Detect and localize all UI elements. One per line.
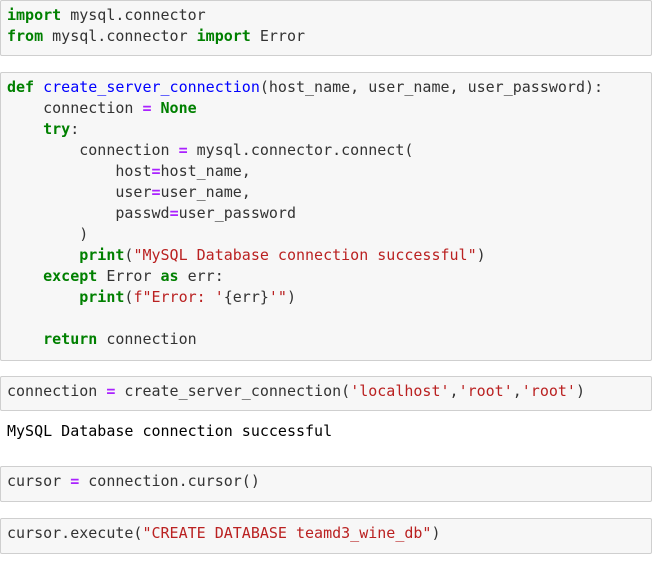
code-line: print(f"Error: '{err}'") <box>7 287 645 308</box>
code-token: passwd <box>7 204 170 222</box>
code-token: connection <box>7 141 179 159</box>
code-token: "MySQL Database connection successful" <box>133 246 477 264</box>
code-token: print <box>79 246 125 264</box>
code-token: Error <box>97 267 161 285</box>
code-line: user=user_name, <box>7 182 645 203</box>
code-token: = <box>70 472 80 490</box>
code-token: ) <box>431 524 441 542</box>
code-token: create_server_connection <box>43 78 260 96</box>
code-token: 'root' <box>458 382 513 400</box>
code-token: ) <box>7 225 89 243</box>
code-line: connection = mysql.connector.connect( <box>7 140 645 161</box>
code-token: None <box>160 99 197 117</box>
code-token: user <box>7 183 152 201</box>
code-cell-cursor[interactable]: cursor = connection.cursor() <box>0 466 652 502</box>
code-line: connection = None <box>7 98 645 119</box>
code-line: try: <box>7 119 645 140</box>
code-token: return <box>43 330 98 348</box>
code-token: (host_name, user_name, user_password): <box>259 78 604 96</box>
code-token: create_server_connection( <box>115 382 351 400</box>
code-cell-create-connection[interactable]: connection = create_server_connection('l… <box>0 376 652 411</box>
code-line: except Error as err: <box>7 266 645 287</box>
code-token: , <box>512 382 522 400</box>
code-token: 'root' <box>521 382 576 400</box>
code-token: user_name, <box>160 183 251 201</box>
code-token: cursor.execute( <box>7 524 143 542</box>
code-line: passwd=user_password <box>7 203 645 224</box>
code-line: host=host_name, <box>7 161 645 182</box>
code-token: user_password <box>178 204 296 222</box>
code-line: print("MySQL Database connection success… <box>7 245 645 266</box>
code-token: connection <box>7 99 143 117</box>
code-line: cursor.execute("CREATE DATABASE teamd3_w… <box>7 523 645 544</box>
code-line: cursor = connection.cursor() <box>7 471 645 492</box>
code-token: try <box>43 120 71 138</box>
code-line: ) <box>7 224 645 245</box>
code-token: '" <box>268 288 287 306</box>
code-token: ) <box>575 382 585 400</box>
code-token: host <box>7 162 152 180</box>
code-token: import <box>7 6 62 24</box>
cell-output: MySQL Database connection successful <box>7 422 333 440</box>
code-cell-execute[interactable]: cursor.execute("CREATE DATABASE teamd3_w… <box>0 518 652 554</box>
code-token: from <box>7 27 44 45</box>
code-token: Error <box>250 27 306 45</box>
code-token: , <box>449 382 459 400</box>
code-token: connection <box>97 330 197 348</box>
code-token: connection.cursor() <box>79 472 260 490</box>
code-line: def create_server_connection(host_name, … <box>7 77 645 98</box>
code-token: print <box>79 288 125 306</box>
code-line: return connection <box>7 329 645 350</box>
code-line: connection = create_server_connection('l… <box>7 381 645 402</box>
code-token: = <box>169 204 179 222</box>
code-token: = <box>142 99 152 117</box>
code-line: from mysql.connector import Error <box>7 26 645 47</box>
code-token: err: <box>178 267 224 285</box>
code-cell-connection-function[interactable]: def create_server_connection(host_name, … <box>0 72 652 361</box>
code-token: ) <box>476 246 486 264</box>
code-token: = <box>178 141 188 159</box>
code-token: as <box>160 267 179 285</box>
code-token: : <box>70 120 80 138</box>
code-token: ) <box>286 288 296 306</box>
code-token: host_name, <box>160 162 251 180</box>
code-cell-imports[interactable]: import mysql.connector from mysql.connect… <box>0 0 652 56</box>
code-token: f"Error: ' <box>133 288 224 306</box>
code-token: mysql.connector <box>61 6 206 24</box>
code-token: def <box>7 78 35 96</box>
code-line: import mysql.connector <box>7 5 645 26</box>
code-token: import <box>196 27 251 45</box>
code-token: cursor <box>7 472 71 490</box>
code-token: connection <box>7 382 107 400</box>
code-token: "CREATE DATABASE teamd3_wine_db" <box>142 524 432 542</box>
code-token: mysql.connector.connect( <box>187 141 414 159</box>
code-token: = <box>151 162 161 180</box>
code-token: 'localhost' <box>350 382 450 400</box>
code-token: mysql.connector <box>43 27 197 45</box>
code-token: = <box>151 183 161 201</box>
code-token: except <box>43 267 98 285</box>
code-token: {err} <box>223 288 269 306</box>
